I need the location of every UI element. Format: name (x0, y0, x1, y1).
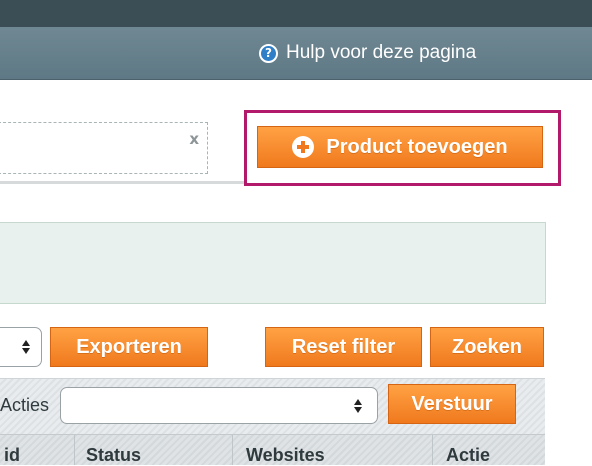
reset-filter-button[interactable]: Reset filter (265, 327, 422, 367)
search-button[interactable]: Zoeken (430, 327, 544, 367)
column-divider (232, 435, 233, 465)
add-product-button[interactable]: Product toevoegen (257, 126, 543, 168)
select-arrows-icon (353, 398, 363, 414)
export-button[interactable]: Exporteren (50, 327, 208, 367)
mass-action-select[interactable] (60, 387, 378, 424)
column-divider (432, 435, 433, 465)
top-navigation-bar (0, 0, 592, 27)
info-message-area (0, 222, 546, 304)
submit-button[interactable]: Verstuur (388, 384, 516, 424)
page-header-bar: ? Hulp voor deze pagina (0, 27, 592, 80)
column-header-actie[interactable]: Actie (446, 445, 490, 466)
column-divider (74, 435, 75, 465)
column-header-id[interactable]: id (4, 445, 20, 466)
search-input[interactable]: x (0, 122, 208, 174)
search-underline (0, 181, 244, 184)
page-size-select[interactable] (0, 327, 42, 367)
grid-header-row: id Status Websites Actie (0, 434, 545, 465)
help-link[interactable]: ? Hulp voor deze pagina (259, 36, 476, 70)
help-link-label: Hulp voor deze pagina (286, 42, 477, 63)
column-header-websites[interactable]: Websites (246, 445, 325, 466)
help-circle-icon: ? (259, 43, 278, 63)
mass-action-label: Acties (0, 395, 50, 415)
mass-action-bar: Acties Verstuur (0, 378, 545, 435)
column-header-status[interactable]: Status (86, 445, 141, 466)
add-product-label: Product toevoegen (326, 135, 508, 158)
select-arrows-icon (21, 339, 31, 355)
plus-circle-icon (292, 136, 315, 158)
clear-search-icon[interactable]: x (189, 130, 199, 148)
